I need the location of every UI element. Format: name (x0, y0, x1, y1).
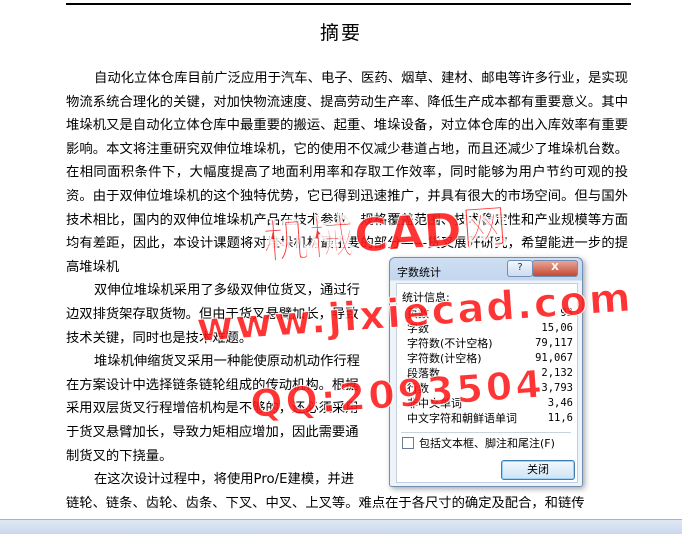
divider (401, 432, 571, 433)
stat-value: 79,117 (535, 337, 573, 349)
include-textboxes-checkbox[interactable] (402, 437, 414, 449)
stat-label: 字符数(不计空格) (407, 337, 493, 350)
stat-label: 字符数(计空格) (407, 352, 482, 365)
include-textboxes-option[interactable]: 包括文本框、脚注和尾注(F) (402, 437, 555, 451)
dialog-title: 字数统计 (397, 266, 441, 279)
checkbox-label: 包括文本框、脚注和尾注(F) (419, 437, 555, 450)
close-window-button[interactable]: X (532, 260, 578, 277)
stat-value: 3,46 (547, 397, 573, 409)
stat-value: 3,793 (541, 382, 573, 394)
stat-value: 2,132 (541, 367, 573, 379)
stat-value: 11,6 (547, 412, 573, 424)
header-rule (66, 3, 631, 5)
status-bar (0, 519, 682, 534)
document-title: 摘要 (319, 22, 362, 44)
paragraph: 链轮、链条、齿轮、齿条、下叉、中叉、上叉等。难点在于各尺寸的确定及配合，和链传 (66, 495, 585, 511)
stat-row: 字符数(计空格) 91,067 (407, 351, 573, 366)
close-button[interactable]: 关闭 (501, 460, 575, 480)
help-button[interactable]: ? (507, 260, 533, 277)
stat-row: 字符数(不计空格) 79,117 (407, 336, 573, 351)
